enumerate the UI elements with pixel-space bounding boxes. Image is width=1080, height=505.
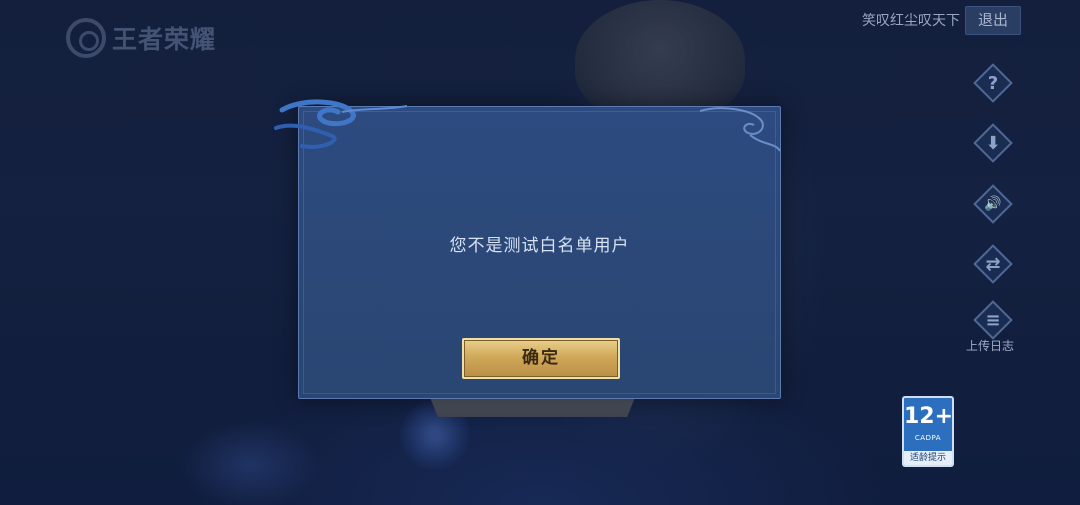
help-button[interactable]: ? bbox=[973, 63, 1013, 103]
age-rating-number: 12+ bbox=[904, 404, 954, 429]
exchange-icon: ⇄ bbox=[985, 253, 1001, 275]
sound-button[interactable]: 🔊 bbox=[973, 184, 1013, 224]
upload-log-button[interactable]: ≡ bbox=[973, 300, 1013, 340]
switch-account-button[interactable]: ⇄ bbox=[973, 244, 1013, 284]
game-logo: 王者荣耀 bbox=[66, 18, 216, 58]
confirm-button[interactable]: 确定 bbox=[462, 338, 620, 379]
dialog-corner-decoration-icon bbox=[700, 107, 781, 152]
age-rating-tip: 适龄提示 bbox=[904, 451, 952, 465]
upload-log-label[interactable]: 上传日志 bbox=[966, 337, 1014, 354]
logo-emblem-icon bbox=[66, 18, 106, 58]
dialog-swirl-decoration-icon bbox=[274, 99, 408, 149]
age-rating-badge[interactable]: 12+ CADPA 适龄提示 bbox=[902, 396, 954, 467]
logout-button[interactable]: 退出 bbox=[965, 6, 1021, 35]
dialog-message: 您不是测试白名单用户 bbox=[449, 236, 630, 256]
question-icon: ? bbox=[987, 72, 999, 94]
user-name: 笑叹红尘叹天下 bbox=[862, 13, 960, 29]
repair-button[interactable]: ⬇ bbox=[973, 123, 1013, 163]
age-rating-org: CADPA bbox=[914, 434, 942, 442]
speaker-icon: 🔊 bbox=[984, 196, 1002, 212]
logo-text: 王者荣耀 bbox=[112, 25, 217, 54]
download-icon: ⬇ bbox=[985, 132, 1001, 154]
clipboard-icon: ≡ bbox=[985, 309, 1001, 331]
